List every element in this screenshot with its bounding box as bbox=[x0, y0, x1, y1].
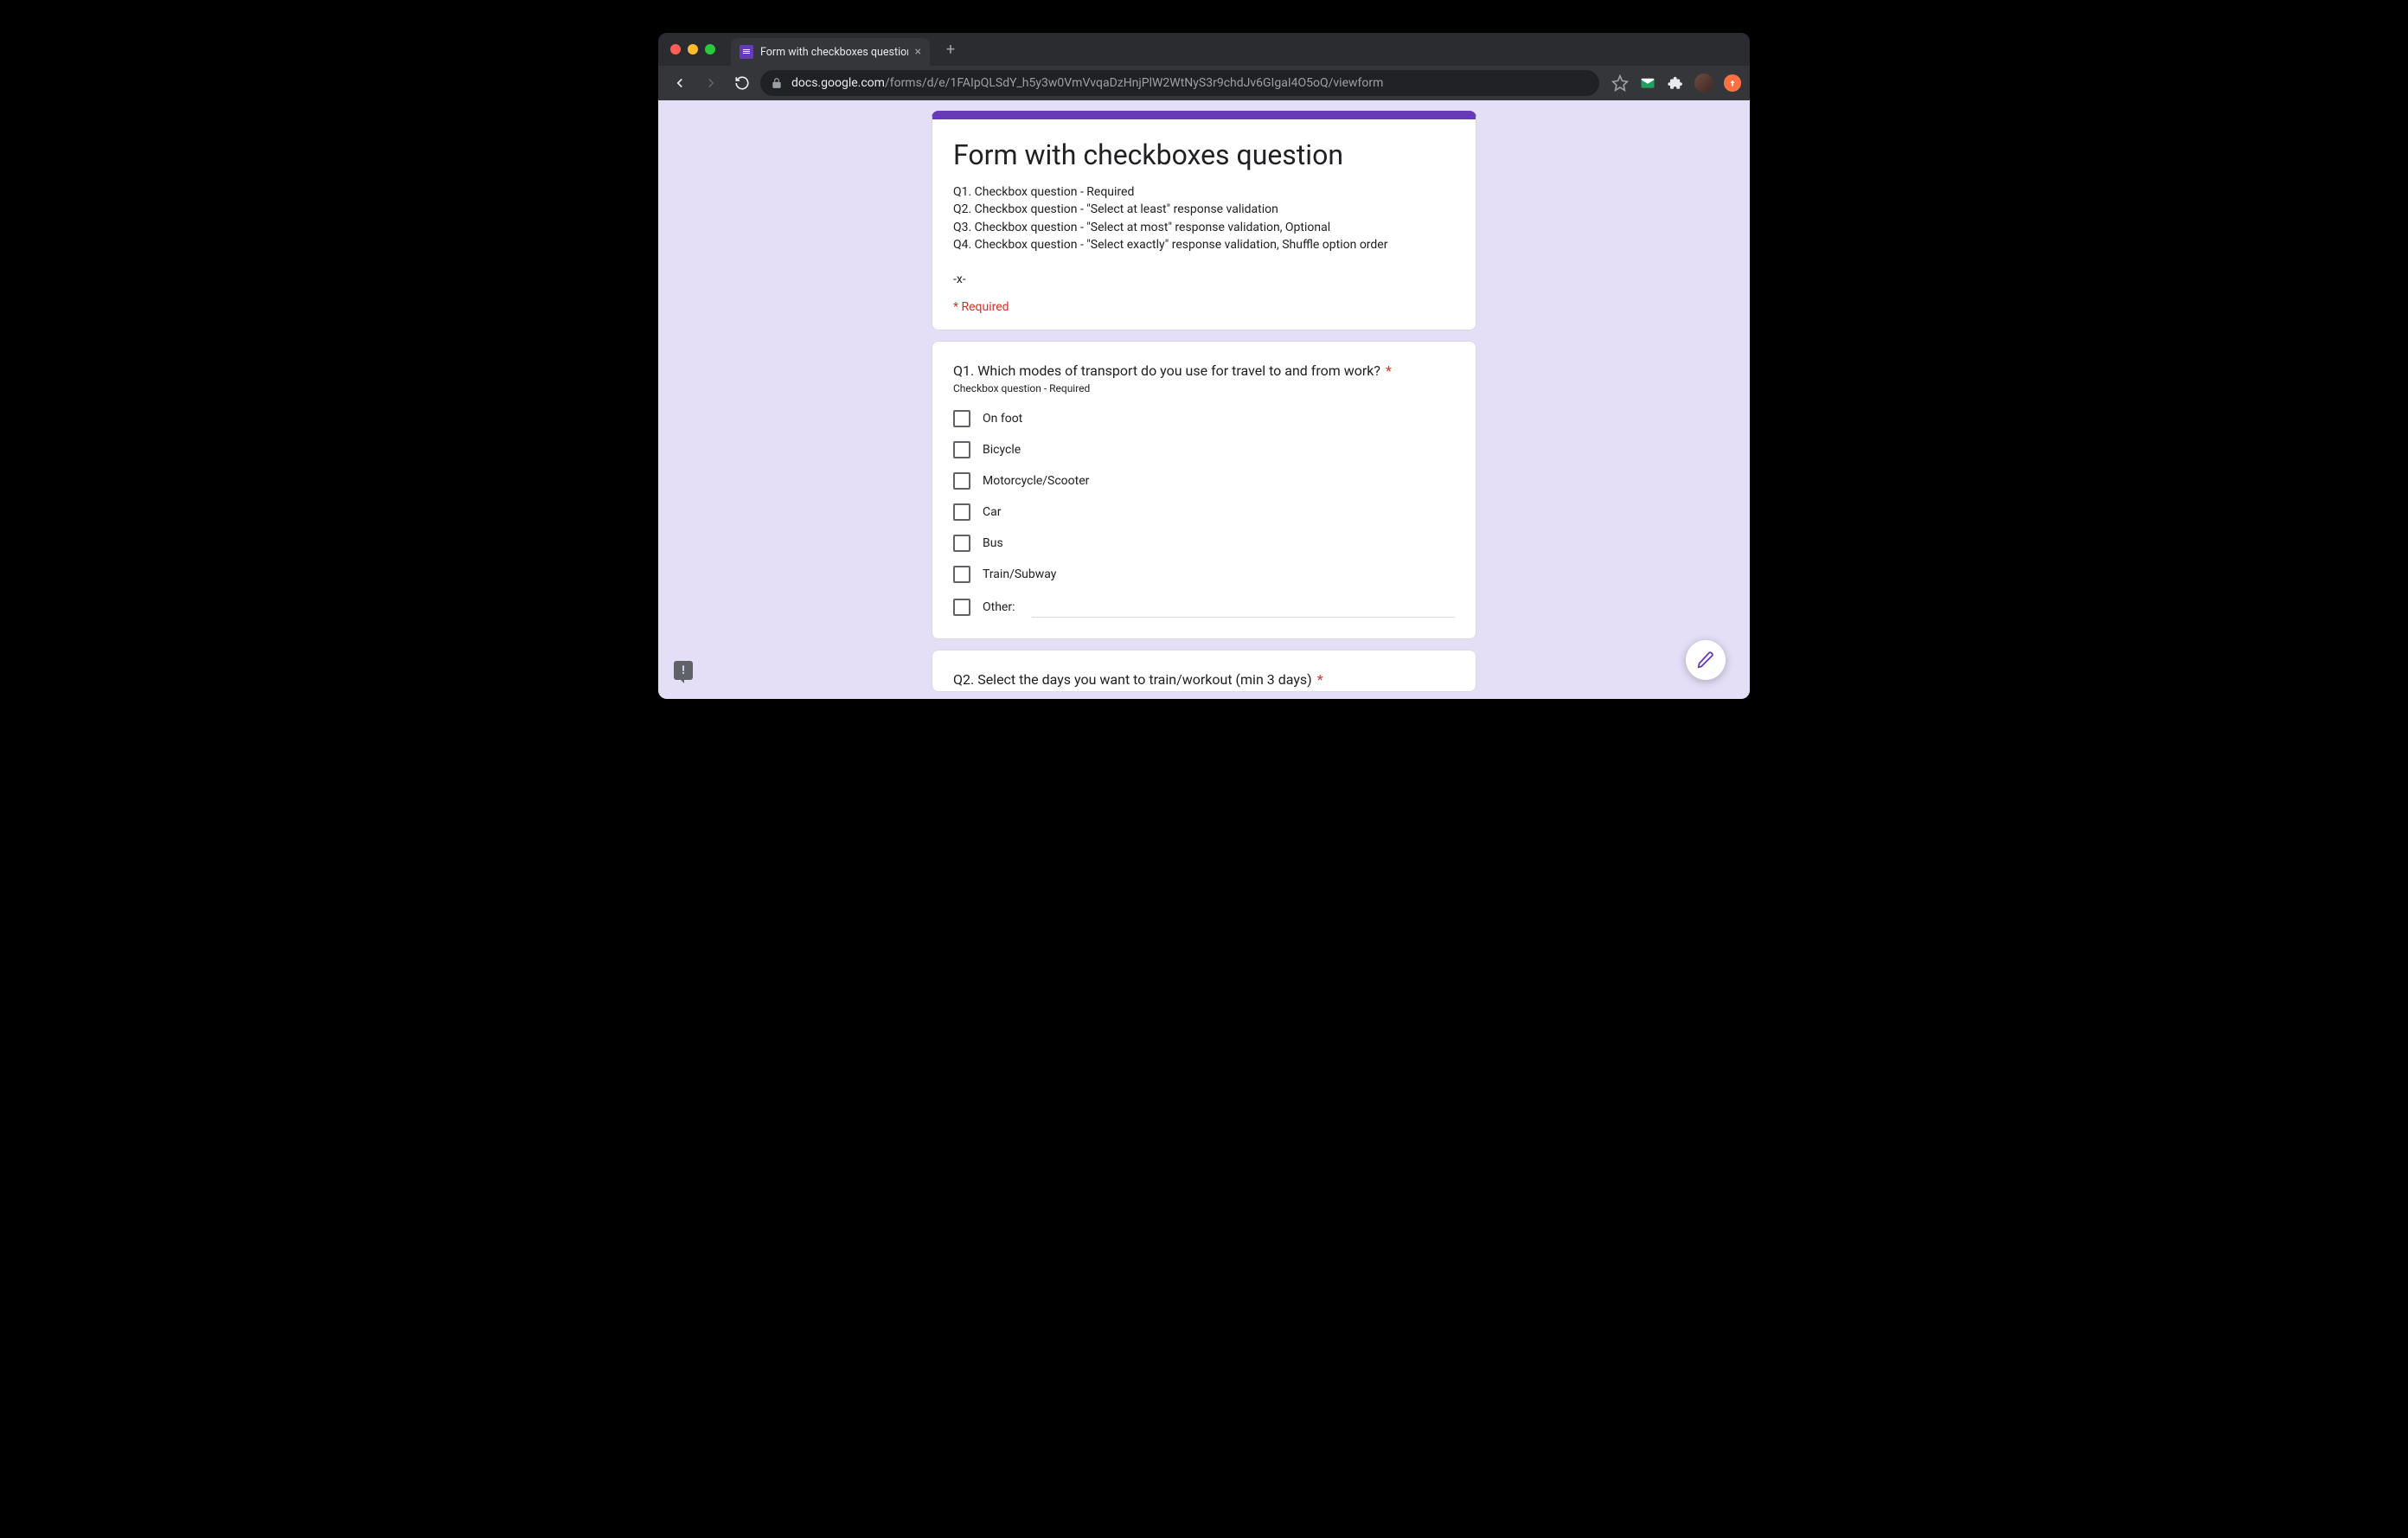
checkbox-icon[interactable] bbox=[953, 503, 970, 521]
forms-favicon-icon bbox=[740, 45, 753, 59]
other-text-input[interactable] bbox=[1032, 597, 1455, 618]
checkbox-option[interactable]: On foot bbox=[953, 410, 1455, 427]
new-tab-button[interactable]: + bbox=[938, 37, 963, 61]
checkbox-icon[interactable] bbox=[953, 535, 970, 552]
window-controls bbox=[670, 44, 715, 54]
checkbox-option[interactable]: Car bbox=[953, 503, 1455, 521]
exclamation-icon: ! bbox=[682, 665, 685, 676]
reload-button[interactable] bbox=[729, 70, 755, 96]
form-description-line: Q1. Checkbox question - Required bbox=[953, 183, 1455, 201]
checkbox-icon[interactable] bbox=[953, 410, 970, 427]
lock-icon bbox=[771, 77, 783, 89]
form-description-line: Q4. Checkbox question - "Select exactly"… bbox=[953, 236, 1455, 253]
titlebar: Form with checkboxes question × + bbox=[658, 33, 1750, 66]
address-bar[interactable]: docs.google.com/forms/d/e/1FAIpQLSdY_h5y… bbox=[760, 70, 1599, 96]
option-label: Train/Subway bbox=[983, 567, 1056, 581]
checkbox-option[interactable]: Motorcycle/Scooter bbox=[953, 472, 1455, 490]
page-viewport: Form with checkboxes question Q1. Checkb… bbox=[658, 100, 1750, 699]
checkbox-option[interactable]: Train/Subway bbox=[953, 566, 1455, 583]
required-star: * bbox=[1386, 362, 1392, 379]
checkbox-icon[interactable] bbox=[953, 599, 970, 616]
form-header-card: Form with checkboxes question Q1. Checkb… bbox=[932, 111, 1476, 330]
back-button[interactable] bbox=[667, 70, 693, 96]
form-container: Form with checkboxes question Q1. Checkb… bbox=[932, 111, 1476, 692]
browser-tab[interactable]: Form with checkboxes question × bbox=[731, 38, 930, 66]
option-label: On foot bbox=[983, 412, 1022, 426]
option-label-other: Other: bbox=[983, 600, 1015, 614]
browser-window: Form with checkboxes question × + docs.g… bbox=[658, 33, 1750, 699]
checkbox-icon[interactable] bbox=[953, 472, 970, 490]
minimize-window-button[interactable] bbox=[688, 44, 698, 54]
form-title: Form with checkboxes question bbox=[953, 138, 1455, 171]
option-label: Bicycle bbox=[983, 443, 1021, 457]
extensions-button[interactable] bbox=[1667, 74, 1684, 92]
checkbox-icon[interactable] bbox=[953, 566, 970, 583]
tab-close-button[interactable]: × bbox=[915, 46, 921, 58]
option-label: Car bbox=[983, 505, 1001, 519]
checkbox-option-other[interactable]: Other: bbox=[953, 597, 1455, 618]
required-star: * bbox=[1317, 671, 1323, 688]
required-indicator: * Required bbox=[953, 300, 1455, 314]
question-subtitle: Checkbox question - Required bbox=[953, 382, 1455, 394]
form-description-line: Q3. Checkbox question - "Select at most"… bbox=[953, 219, 1455, 236]
edit-form-fab[interactable] bbox=[1686, 640, 1726, 680]
form-description-line: Q2. Checkbox question - "Select at least… bbox=[953, 201, 1455, 218]
forward-button[interactable] bbox=[698, 70, 724, 96]
url-text: docs.google.com/forms/d/e/1FAIpQLSdY_h5y… bbox=[791, 76, 1383, 90]
mail-extension-icon[interactable] bbox=[1639, 74, 1656, 92]
tab-title: Form with checkboxes question bbox=[760, 46, 908, 59]
question-card-q1: Q1. Which modes of transport do you use … bbox=[932, 341, 1476, 639]
close-window-button[interactable] bbox=[670, 44, 681, 54]
maximize-window-button[interactable] bbox=[705, 44, 715, 54]
bookmark-star-button[interactable] bbox=[1611, 74, 1629, 92]
checkbox-option[interactable]: Bus bbox=[953, 535, 1455, 552]
checkbox-option[interactable]: Bicycle bbox=[953, 441, 1455, 458]
question-title: Q1. Which modes of transport do you use … bbox=[953, 362, 1455, 379]
checkbox-option-list: On foot Bicycle Motorcycle/Scooter Car bbox=[953, 410, 1455, 618]
update-badge-icon[interactable] bbox=[1724, 74, 1741, 92]
report-problem-button[interactable]: ! bbox=[674, 661, 693, 680]
option-label: Bus bbox=[983, 536, 1003, 550]
toolbar-right bbox=[1611, 74, 1741, 93]
browser-toolbar: docs.google.com/forms/d/e/1FAIpQLSdY_h5y… bbox=[658, 66, 1750, 100]
form-description-suffix: -x- bbox=[953, 271, 1455, 288]
question-card-q2: Q2. Select the days you want to train/wo… bbox=[932, 650, 1476, 692]
profile-avatar-button[interactable] bbox=[1694, 74, 1713, 93]
question-title: Q2. Select the days you want to train/wo… bbox=[953, 671, 1455, 688]
option-label: Motorcycle/Scooter bbox=[983, 474, 1089, 488]
checkbox-icon[interactable] bbox=[953, 441, 970, 458]
